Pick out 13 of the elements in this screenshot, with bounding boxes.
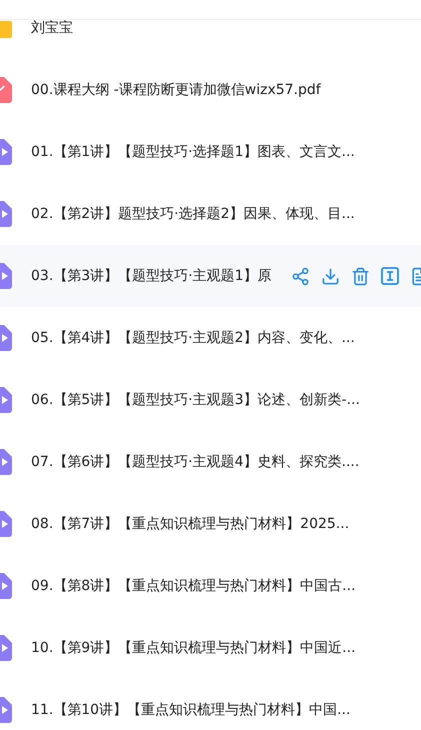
file-name: 00.课程大纲 -课程防断更请加微信wizx57.pdf: [31, 80, 321, 100]
file-name: 10.【第9讲】【重点知识梳理与热门材料】中国近...: [31, 638, 356, 658]
file-name: 03.【第3讲】【题型技巧·主观题1】原: [31, 266, 272, 286]
file-name: 09.【第8讲】【重点知识梳理与热门材料】中国古...: [31, 576, 356, 596]
file-name: 08.【第7讲】【重点知识梳理与热门材料】2025...: [31, 514, 350, 534]
file-name: 刘宝宝: [31, 18, 73, 38]
file-name: 01.【第1讲】【题型技巧·选择题1】图表、文言文...: [31, 142, 355, 162]
file-name: 06.【第5讲】【题型技巧·主观题3】论述、创新类-...: [31, 390, 360, 410]
file-name: 05.【第4讲】【题型技巧·主观题2】内容、变化、...: [31, 328, 355, 348]
file-name: 11.【第10讲】【重点知识梳理与热门材料】中国...: [31, 700, 350, 720]
file-name: 07.【第6讲】【题型技巧·主观题4】史料、探究类....: [31, 452, 360, 472]
file-row[interactable]: 03.【第3讲】【题型技巧·主观题1】原: [0, 245, 421, 307]
file-name: 02.【第2讲】题型技巧·选择题2】因果、体现、目...: [31, 204, 355, 224]
